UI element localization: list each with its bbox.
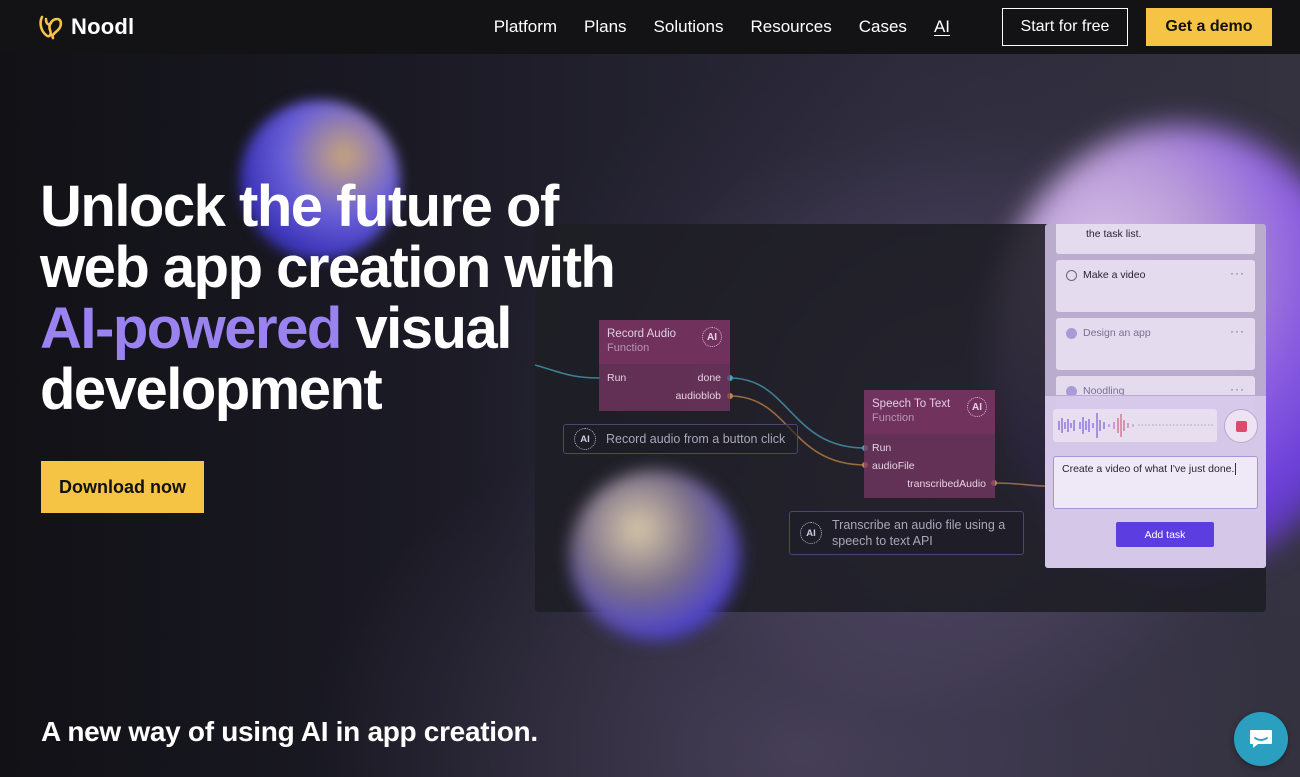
ai-comment-record[interactable]: AI Record audio from a button click: [563, 424, 798, 454]
waveform-icon: [1058, 413, 1213, 438]
port-transcribed-audio[interactable]: transcribedAudio: [907, 478, 986, 490]
more-options-icon[interactable]: ···: [1230, 324, 1245, 338]
nav-platform[interactable]: Platform: [494, 17, 557, 37]
task-card-top: the task list.: [1056, 224, 1255, 254]
nav-ai[interactable]: AI: [934, 17, 950, 37]
task-check-icon[interactable]: [1066, 269, 1077, 281]
ai-comment-line-2: speech to text API: [832, 534, 933, 548]
text-cursor: [1235, 463, 1237, 475]
task-check-icon[interactable]: [1066, 327, 1077, 339]
nav-links: Platform Plans Solutions Resources Cases…: [494, 0, 950, 54]
stop-recording-button[interactable]: [1224, 409, 1258, 443]
ai-comment-transcribe[interactable]: AI Transcribe an audio file using a spee…: [789, 511, 1024, 555]
hero-line2: web app creation with: [40, 235, 616, 300]
port-done[interactable]: done: [698, 372, 721, 384]
hero-line4: development: [40, 357, 383, 422]
add-task-button[interactable]: Add task: [1116, 522, 1214, 547]
ai-comment-icon: AI: [800, 522, 822, 544]
tagline: A new way of using AI in app creation.: [41, 716, 538, 747]
decorative-orb-bottom: [570, 470, 740, 640]
ai-comment-line-1: Transcribe an audio file using a: [832, 518, 1006, 532]
task-card[interactable]: Design an app ···: [1056, 318, 1255, 370]
nav-cases[interactable]: Cases: [859, 17, 907, 37]
hero-line1-b: the future of: [239, 174, 559, 239]
stop-icon: [1235, 420, 1247, 432]
task-label: Make a video: [1083, 269, 1146, 281]
nav-resources[interactable]: Resources: [750, 17, 831, 37]
hero-line1-a: Unlock: [40, 174, 239, 239]
task-card-top-text: the task list.: [1086, 228, 1142, 240]
top-navigation: Noodl Platform Plans Solutions Resources…: [0, 0, 1300, 54]
more-options-icon[interactable]: ···: [1230, 382, 1245, 396]
port-audiofile[interactable]: audioFile: [872, 460, 915, 472]
waveform: [1053, 409, 1217, 442]
task-input-value: Create a video of what I've just done.: [1062, 463, 1235, 475]
ai-comment-text: Record audio from a button click: [606, 432, 786, 446]
start-for-free-button[interactable]: Start for free: [1002, 8, 1128, 46]
ai-badge-icon: AI: [967, 397, 987, 417]
hero-accent: AI-powered: [40, 296, 342, 361]
speech-to-text-node-header: Speech To Text Function AI: [864, 390, 995, 434]
task-card[interactable]: Make a video ···: [1056, 260, 1255, 312]
hero-line3-rest: visual: [340, 296, 512, 361]
brand-name: Noodl: [71, 14, 135, 39]
chat-button[interactable]: [1234, 712, 1288, 766]
ai-comment-icon: AI: [574, 428, 596, 450]
port-run[interactable]: Run: [872, 442, 891, 454]
task-app-preview: the task list. Make a video ··· Design a…: [1045, 224, 1266, 568]
nav-solutions[interactable]: Solutions: [654, 17, 724, 37]
chat-bubble-icon: [1250, 730, 1272, 748]
ai-badge-icon: AI: [702, 327, 722, 347]
page: Noodl Platform Plans Solutions Resources…: [0, 0, 1300, 777]
logo[interactable]: Noodl: [37, 13, 134, 41]
get-a-demo-button[interactable]: Get a demo: [1146, 8, 1272, 46]
noodl-logo-icon: [39, 15, 63, 40]
nav-plans[interactable]: Plans: [584, 17, 627, 37]
ai-comment-text: Transcribe an audio file using a speech …: [832, 517, 1005, 549]
audio-recorder: Create a video of what I've just done. A…: [1045, 395, 1266, 568]
speech-to-text-node[interactable]: Speech To Text Function AI Run audioFile…: [864, 390, 995, 498]
hero-heading: Unlock the future of web app creation wi…: [40, 176, 700, 420]
task-input[interactable]: Create a video of what I've just done.: [1053, 456, 1258, 509]
download-now-button[interactable]: Download now: [41, 461, 204, 513]
task-label: Design an app: [1083, 327, 1151, 339]
more-options-icon[interactable]: ···: [1230, 266, 1245, 280]
